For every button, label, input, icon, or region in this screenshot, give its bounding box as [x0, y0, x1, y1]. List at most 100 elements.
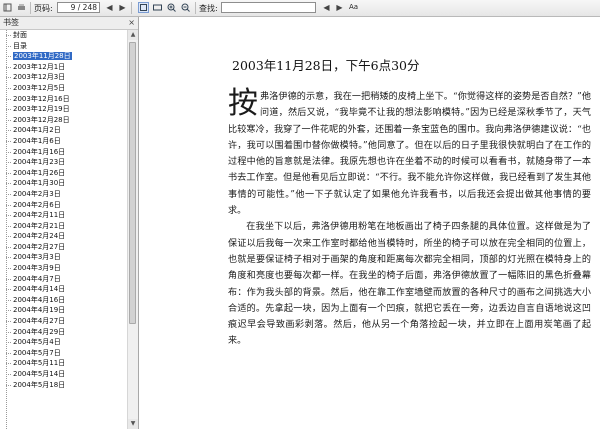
bookmark-label: 2004年4月7日	[13, 274, 61, 283]
paragraph: 按弗洛伊德的示意，我在一把稍矮的皮椅上坐下。“你觉得这样的姿势是否自然？”他问道…	[228, 89, 591, 219]
bookmark-label: 封面	[13, 31, 27, 39]
fit-page-icon[interactable]	[138, 2, 149, 13]
toolbar-divider	[195, 2, 196, 14]
bookmark-item[interactable]: 2004年5月7日	[0, 348, 126, 359]
bookmark-label: 2003年12月5日	[13, 83, 66, 92]
close-icon[interactable]: ×	[128, 17, 135, 29]
zoom-in-icon	[167, 3, 176, 12]
find-previous-icon[interactable]: ◀	[321, 2, 332, 13]
page-number-input[interactable]: 9 / 248	[57, 2, 100, 13]
bookmark-item[interactable]: 2004年2月11日	[0, 210, 126, 221]
paragraph: 在我坐下以后，弗洛伊德用粉笔在地板画出了椅子四条腿的具体位置。这样做是为了保证以…	[228, 222, 591, 347]
bookmark-item[interactable]: 2004年5月14日	[0, 369, 126, 380]
bookmark-label: 2004年4月14日	[13, 285, 66, 294]
bookmark-panel-icon[interactable]	[2, 2, 13, 13]
toolbar: 页码: 9 / 248 ◀ ▶ 查找: ◀ ▶ Aa	[0, 0, 600, 17]
bookmark-label: 2003年12月3日	[13, 73, 66, 82]
bookmark-item[interactable]: 2003年12月16日	[0, 94, 126, 105]
bookmark-label: 2004年2月27日	[13, 242, 66, 251]
fit-width-icon[interactable]	[152, 2, 163, 13]
toolbar-divider	[131, 2, 132, 14]
bookmark-item[interactable]: 目录	[0, 41, 126, 52]
fit-width-icon	[153, 4, 162, 11]
previous-page-icon[interactable]: ◀	[104, 2, 115, 13]
bookmark-label: 2004年5月14日	[13, 370, 66, 378]
bookmark-item[interactable]: 2004年2月6日	[0, 200, 126, 211]
drop-cap: 按	[228, 86, 258, 121]
chapter-title: 2003年11月28日，下午6点30分	[232, 58, 420, 73]
bookmark-item[interactable]: 2004年1月2日	[0, 125, 126, 136]
print-icon[interactable]	[16, 2, 27, 13]
next-page-icon[interactable]: ▶	[117, 2, 128, 13]
bookmark-label: 2004年1月6日	[13, 136, 61, 145]
bookmark-label: 2004年1月30日	[13, 179, 66, 188]
match-case-button[interactable]: Aa	[349, 3, 358, 11]
bookmark-label: 2004年5月18日	[13, 380, 66, 389]
bookmark-item[interactable]: 2004年5月11日	[0, 358, 126, 369]
bookmark-item[interactable]: 2004年4月7日	[0, 274, 126, 285]
bookmark-label: 2004年1月23日	[13, 158, 66, 167]
bookmark-item[interactable]: 2004年1月30日	[0, 178, 126, 189]
bookmark-label: 2004年3月3日	[13, 253, 61, 262]
find-label: 查找:	[199, 4, 218, 13]
bookmark-tree: 封面 目录 2003年11月28日 2003年12月1日 2003年12月3日 …	[0, 30, 126, 429]
paragraph-text: 弗洛伊德的示意，我在一把稍矮的皮椅上坐下。“你觉得这样的姿势是否自然？”他问道，…	[228, 92, 591, 217]
bookmark-item[interactable]: 2004年1月23日	[0, 157, 126, 168]
bookmark-label: 2004年2月11日	[13, 211, 66, 220]
page-label: 页码:	[34, 4, 53, 13]
bookmark-panel-icon	[3, 3, 12, 12]
bookmark-item[interactable]: 2003年12月3日	[0, 72, 126, 83]
bookmark-item[interactable]: 2004年4月16日	[0, 295, 126, 306]
bookmark-label: 2004年5月4日	[13, 338, 61, 347]
bookmark-label: 2004年5月11日	[13, 359, 66, 368]
find-input[interactable]	[221, 2, 316, 13]
zoom-in-icon[interactable]	[166, 2, 177, 13]
bookmark-item[interactable]: 2003年12月1日	[0, 62, 126, 73]
bookmark-item[interactable]: 2004年1月26日	[0, 168, 126, 179]
bookmark-item[interactable]: 2004年3月3日	[0, 252, 126, 263]
bookmark-item[interactable]: 2004年1月6日	[0, 136, 126, 147]
sidebar-header: 书签 ×	[0, 17, 138, 30]
zoom-out-icon[interactable]	[180, 2, 191, 13]
bookmark-label: 2004年5月7日	[13, 348, 61, 357]
bookmark-label: 2004年1月2日	[13, 126, 61, 135]
bookmark-item[interactable]: 2004年4月14日	[0, 284, 126, 295]
scroll-up-icon[interactable]: ▲	[128, 30, 138, 40]
bookmark-label: 2004年2月24日	[13, 232, 66, 241]
bookmark-item[interactable]: 2004年1月16日	[0, 147, 126, 158]
bookmark-item[interactable]: 2004年5月4日	[0, 337, 126, 348]
bookmark-label: 2003年12月16日	[13, 94, 70, 103]
bookmark-item[interactable]: 2004年3月9日	[0, 263, 126, 274]
bookmark-label: 2004年2月6日	[13, 200, 61, 209]
bookmark-item[interactable]: 2003年12月5日	[0, 83, 126, 94]
bookmark-item[interactable]: 2003年12月19日	[0, 104, 126, 115]
bookmark-label: 2004年4月27日	[13, 317, 66, 326]
bookmark-item[interactable]: 2004年4月29日	[0, 327, 126, 338]
bookmark-item-selected[interactable]: 2003年11月28日	[0, 51, 126, 62]
sidebar-scrollbar[interactable]: ▲ ▼	[127, 30, 138, 429]
bookmark-label: 2003年12月19日	[13, 105, 70, 114]
document-view[interactable]: 2003年11月28日，下午6点30分 按弗洛伊德的示意，我在一把稍矮的皮椅上坐…	[139, 17, 600, 429]
bookmark-item[interactable]: 2004年2月24日	[0, 231, 126, 242]
bookmark-item[interactable]: 2004年4月27日	[0, 316, 126, 327]
bookmark-item[interactable]: 2004年2月3日	[0, 189, 126, 200]
bookmark-label: 2004年1月16日	[13, 147, 66, 156]
bookmark-item[interactable]: 2004年2月21日	[0, 221, 126, 232]
fit-page-icon	[140, 4, 147, 11]
bookmark-label: 2004年4月19日	[13, 306, 66, 315]
bookmark-item[interactable]: 2004年2月27日	[0, 242, 126, 253]
bookmark-label: 2003年11月28日	[13, 52, 72, 61]
bookmark-item[interactable]: 2004年5月18日	[0, 380, 126, 391]
zoom-out-icon	[181, 3, 190, 12]
toolbar-divider	[30, 2, 31, 14]
bookmark-label: 2004年4月16日	[13, 295, 66, 304]
bookmark-item[interactable]: 封面	[0, 30, 126, 41]
bookmark-item[interactable]: 2004年4月19日	[0, 305, 126, 316]
bookmark-label: 2004年1月26日	[13, 168, 66, 177]
bookmark-item[interactable]: 2003年12月28日	[0, 115, 126, 126]
scrollbar-thumb[interactable]	[129, 42, 136, 324]
scroll-down-icon[interactable]: ▼	[128, 419, 138, 429]
find-next-icon[interactable]: ▶	[334, 2, 345, 13]
bookmark-sidebar: 书签 × 封面 目录 2003年11月28日 2003年12月1日 2003年1…	[0, 17, 139, 429]
bookmark-label: 2003年12月28日	[13, 115, 70, 124]
